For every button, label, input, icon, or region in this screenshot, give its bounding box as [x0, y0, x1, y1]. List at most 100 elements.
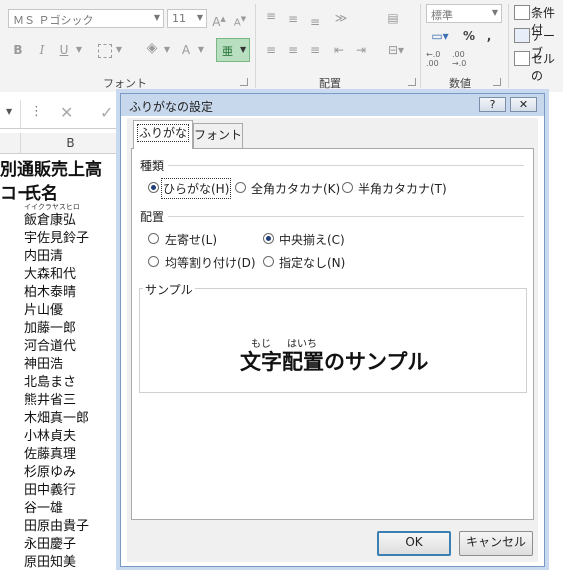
- name-cell[interactable]: 北島まさ: [24, 371, 76, 390]
- sample-text: 文字配置のサンプル: [240, 350, 429, 374]
- column-header-a[interactable]: [0, 133, 21, 154]
- chevron-down-icon[interactable]: ▼: [74, 40, 84, 60]
- tab-label: ふりがな: [136, 124, 190, 142]
- help-button[interactable]: ?: [479, 97, 506, 112]
- chevron-down-icon: ▼: [6, 107, 13, 116]
- radio-hankaku-katakana[interactable]: [342, 182, 353, 193]
- name-cell[interactable]: 小林貞夫: [24, 425, 76, 444]
- merge-center-icon[interactable]: ⊟▾: [384, 40, 408, 60]
- format-table-icon: [514, 28, 530, 43]
- label-align-distributed[interactable]: 均等割り付け(D): [165, 254, 256, 271]
- header-cell-b[interactable]: 氏名: [24, 179, 58, 204]
- font-group-label: フォント: [103, 77, 147, 90]
- accounting-format-icon[interactable]: ▭▾: [426, 26, 454, 46]
- bold-button[interactable]: B: [10, 40, 26, 60]
- name-cell[interactable]: 田原由貴子: [24, 515, 89, 534]
- label-zenkaku-katakana[interactable]: 全角カタカナ(K): [251, 180, 340, 197]
- name-cell[interactable]: 飯倉康弘: [24, 209, 76, 228]
- italic-button[interactable]: I: [34, 40, 50, 60]
- dialog-titlebar: ふりがなの設定 ? ✕: [121, 94, 544, 116]
- radio-align-distributed[interactable]: [148, 256, 159, 267]
- name-cell[interactable]: 内田清: [24, 245, 63, 264]
- borders-icon[interactable]: [98, 44, 112, 58]
- enter-icon[interactable]: ✓: [100, 103, 113, 122]
- font-size-combo[interactable]: 11 ▼: [167, 9, 207, 28]
- divider: [255, 4, 256, 88]
- type-section-title: 種類: [140, 159, 165, 173]
- name-cell[interactable]: 田中義行: [24, 479, 76, 498]
- font-color-button[interactable]: A: [178, 40, 194, 60]
- align-center-icon[interactable]: ≡: [284, 40, 302, 60]
- name-cell[interactable]: 原田知美: [24, 551, 76, 570]
- radio-zenkaku-katakana[interactable]: [235, 182, 246, 193]
- name-cell[interactable]: 宇佐見鈴子: [24, 227, 89, 246]
- number-format-value: 標準: [431, 9, 453, 22]
- dialog-launcher-icon[interactable]: [408, 78, 416, 86]
- label-hankaku-katakana[interactable]: 半角カタカナ(T): [358, 180, 447, 197]
- name-cell[interactable]: 河合道代: [24, 335, 76, 354]
- dialog-launcher-icon[interactable]: [493, 78, 501, 86]
- name-cell[interactable]: 木畑真一郎: [24, 407, 89, 426]
- phonetic-icon: 亜: [222, 45, 233, 58]
- name-cell[interactable]: 神田浩: [24, 353, 63, 372]
- font-name-combo[interactable]: ＭＳ Ｐゴシック ▼: [8, 9, 164, 28]
- align-right-icon[interactable]: ≡: [306, 40, 324, 60]
- name-cell[interactable]: 杉原ゆみ: [24, 461, 76, 480]
- percent-button[interactable]: %: [460, 26, 478, 46]
- label-align-left[interactable]: 左寄せ(L): [165, 231, 217, 248]
- number-format-combo[interactable]: 標準 ▼: [426, 4, 502, 23]
- name-cell[interactable]: 佐藤真理: [24, 443, 76, 462]
- column-header-b[interactable]: B: [21, 133, 121, 154]
- dialog-launcher-icon[interactable]: [240, 78, 248, 86]
- name-cell[interactable]: 片山優: [24, 299, 63, 318]
- title-cell[interactable]: 別通販売上高: [0, 155, 102, 180]
- font-name-value: ＭＳ Ｐゴシック: [13, 14, 94, 27]
- number-group-label: 数値: [449, 77, 471, 90]
- radio-align-none[interactable]: [263, 256, 274, 267]
- comma-button[interactable]: ,: [482, 26, 496, 46]
- chevron-down-icon: ▼: [153, 13, 160, 22]
- chevron-down-icon[interactable]: ▼: [114, 40, 124, 60]
- align-middle-icon[interactable]: ≡: [284, 9, 302, 29]
- increase-decimal-button[interactable]: ←.0 .00: [426, 50, 448, 68]
- align-bottom-icon[interactable]: ≡: [306, 12, 324, 32]
- align-left-icon[interactable]: ≡: [262, 40, 280, 60]
- orientation-icon[interactable]: ≫: [330, 8, 352, 28]
- increase-indent-icon[interactable]: ⇥: [352, 40, 370, 60]
- chevron-down-icon[interactable]: ▼: [162, 40, 172, 60]
- divider: [508, 4, 509, 88]
- radio-align-left[interactable]: [148, 233, 159, 244]
- label-align-center[interactable]: 中央揃え(C): [279, 231, 345, 248]
- grow-font-button[interactable]: A▲: [210, 9, 228, 29]
- tab-font[interactable]: フォント: [193, 123, 243, 148]
- name-cell[interactable]: 大森和代: [24, 263, 76, 282]
- radio-align-center[interactable]: [263, 233, 274, 244]
- phonetic-guide-button[interactable]: 亜 ▼: [216, 38, 250, 62]
- chevron-down-icon[interactable]: ▼: [196, 40, 206, 60]
- decrease-indent-icon[interactable]: ⇤: [330, 40, 348, 60]
- divider: [168, 165, 524, 166]
- name-cell[interactable]: 熊井省三: [24, 389, 76, 408]
- fill-color-icon[interactable]: ◈: [142, 38, 162, 58]
- radio-hiragana[interactable]: [148, 182, 159, 193]
- underline-button[interactable]: U: [56, 40, 72, 60]
- name-cell[interactable]: 加藤一郎: [24, 317, 76, 336]
- name-cell[interactable]: 谷一雄: [24, 497, 63, 516]
- divider: [168, 216, 524, 217]
- label-hiragana[interactable]: ひらがな(H): [160, 178, 232, 199]
- name-cell[interactable]: 柏木泰晴: [24, 281, 76, 300]
- name-cell[interactable]: 永田慶子: [24, 533, 76, 552]
- shrink-font-button[interactable]: A▼: [231, 9, 249, 29]
- wrap-text-icon[interactable]: ▤: [384, 8, 402, 28]
- decrease-decimal-button[interactable]: .00 →.0: [452, 50, 474, 68]
- cancel-icon[interactable]: ✕: [60, 103, 73, 122]
- cancel-button[interactable]: キャンセル: [459, 531, 533, 556]
- name-box[interactable]: ▼: [0, 100, 21, 128]
- tab-furigana[interactable]: ふりがな: [133, 120, 193, 149]
- close-button[interactable]: ✕: [510, 97, 537, 112]
- label-align-none[interactable]: 指定なし(N): [279, 254, 345, 271]
- phonetic-settings-dialog: ふりがなの設定 ? ✕ ふりがな フォント 種類 ひらがな(H) 全角カタカナ(…: [120, 93, 545, 567]
- align-top-icon[interactable]: ≡: [262, 6, 280, 26]
- cell-styles-button[interactable]: セルの: [531, 50, 563, 84]
- ok-button[interactable]: OK: [377, 531, 451, 556]
